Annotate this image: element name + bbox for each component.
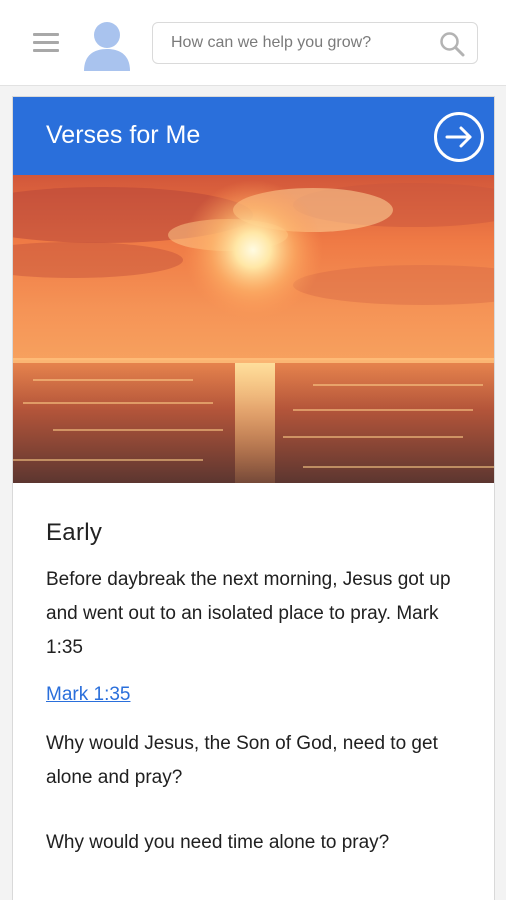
verse-content: Early Before daybreak the next morning, … [46,519,466,860]
sunset-ocean-image [13,175,494,483]
verse-card: Verses for Me Early Before daybreak the … [12,96,495,900]
card-header: Verses for Me [13,97,494,175]
verse-reference-link[interactable]: Mark 1:35 [46,684,130,706]
verse-text: Before daybreak the next morning, Jesus … [46,569,451,658]
search-box[interactable] [152,22,478,64]
top-bar [0,0,506,86]
search-icon[interactable] [439,31,465,57]
hamburger-menu-icon[interactable] [33,32,59,52]
search-input[interactable] [153,23,433,63]
arrow-right-circle-icon[interactable] [433,111,485,163]
avatar-icon[interactable] [82,19,132,71]
card-title: Verses for Me [46,121,201,149]
verse-heading: Early [46,519,103,546]
reflection-question-1: Why would Jesus, the Son of God, need to… [46,733,438,788]
reflection-question-2: Why would you need time alone to pray? [46,832,390,853]
